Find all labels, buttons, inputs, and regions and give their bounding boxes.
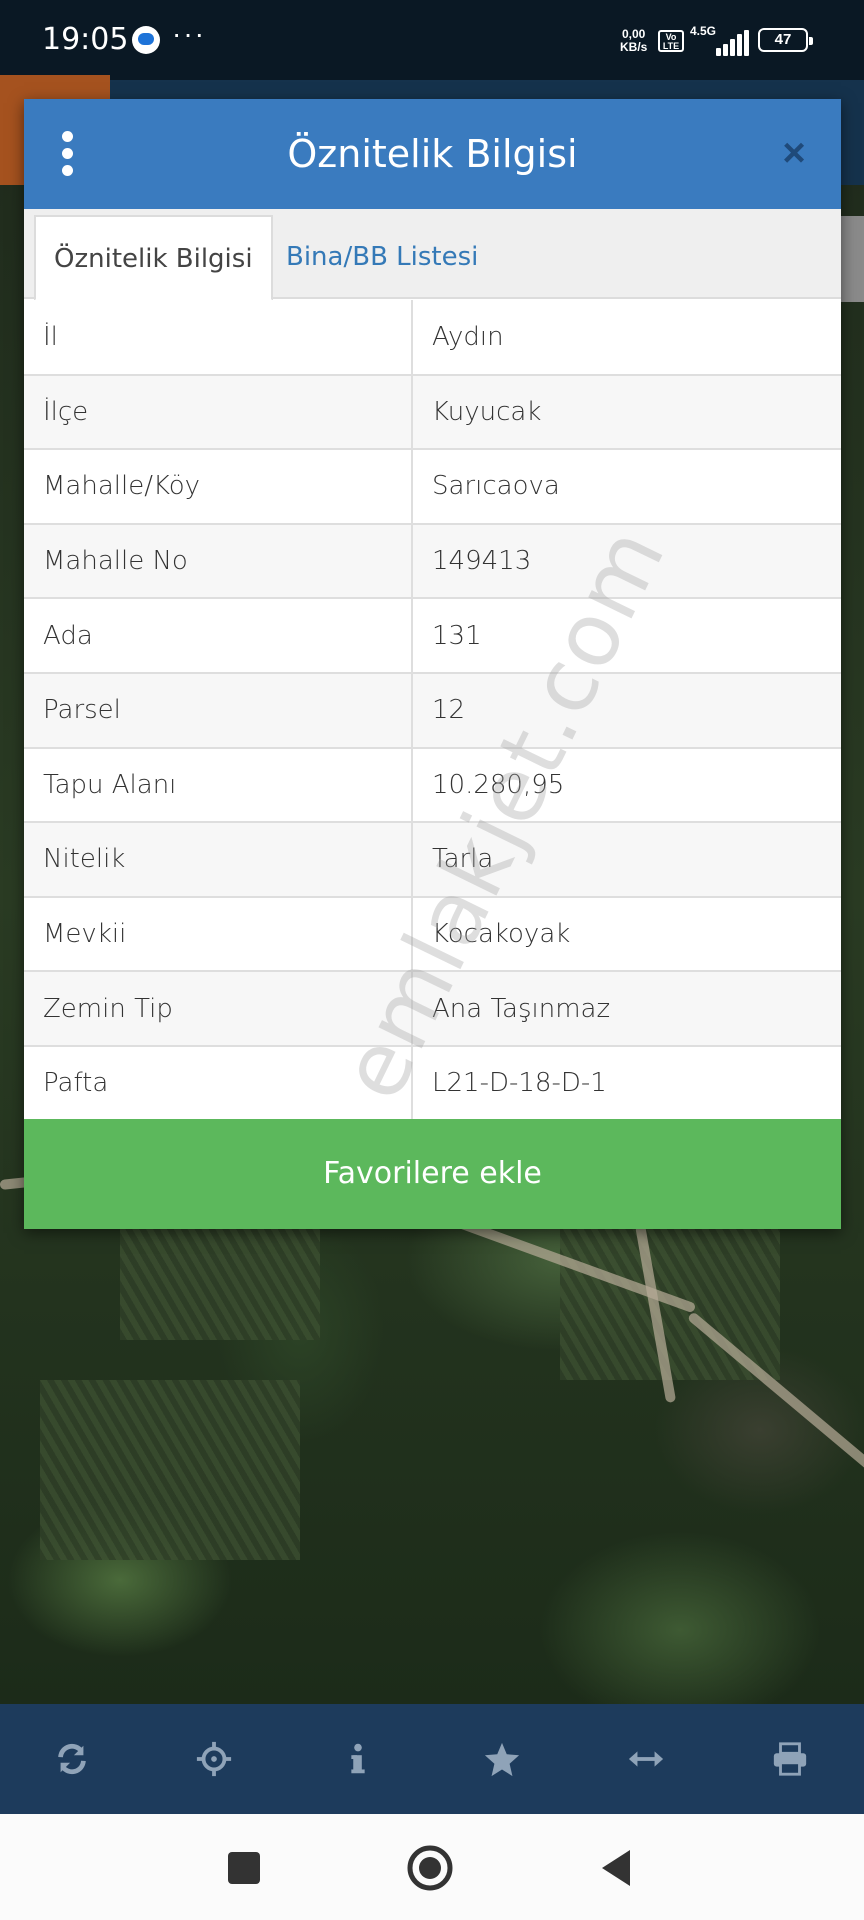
measure-icon[interactable]	[574, 1704, 718, 1814]
table-row: Mahalle No 149413	[24, 523, 841, 599]
attribute-value: Aydın	[432, 321, 504, 352]
attribute-value: Kuyucak	[432, 396, 542, 427]
table-row: Tapu Alanı 10.280,95	[24, 747, 841, 823]
close-icon[interactable]: ×	[776, 133, 812, 173]
dialog-header: Öznitelik Bilgisi ×	[24, 99, 841, 209]
tab-attribute-info[interactable]: Öznitelik Bilgisi	[34, 215, 273, 301]
home-icon[interactable]	[406, 1844, 454, 1892]
attribute-key: Ada	[24, 598, 413, 673]
recent-apps-icon[interactable]	[220, 1844, 268, 1892]
table-row: Mahalle/Köy Sarıcaova	[24, 449, 841, 524]
attribute-key: Mahalle No	[24, 523, 413, 599]
signal-icon: 4.5G	[690, 24, 749, 56]
attribute-key: Mevkii	[24, 896, 413, 972]
status-bar: 19:05 ··· 0,00 KB/s Vo LTE 4.5G 47	[0, 0, 864, 80]
attribute-value: Sarıcaova	[432, 471, 560, 502]
battery-icon: 47	[758, 28, 813, 52]
back-icon[interactable]	[594, 1844, 642, 1892]
network-speed: 0,00 KB/s	[620, 28, 647, 54]
dialog-title: Öznitelik Bilgisi	[287, 132, 578, 176]
network-speed-unit: KB/s	[620, 40, 648, 54]
attribute-key: Tapu Alanı	[24, 747, 413, 823]
tab-building-list[interactable]: Bina/BB Listesi	[268, 215, 496, 299]
status-time: 19:05	[42, 22, 129, 57]
attribute-key: Nitelik	[24, 822, 413, 897]
system-nav-bar	[0, 1814, 864, 1920]
volte-icon: Vo LTE	[658, 30, 684, 52]
attribute-key: İlçe	[24, 374, 413, 450]
attribute-value: L21-D-18-D-1	[432, 1068, 607, 1099]
table-row: Ada 131	[24, 598, 841, 673]
info-icon[interactable]	[286, 1704, 430, 1814]
star-icon[interactable]	[430, 1704, 574, 1814]
attribute-value: 12	[432, 695, 466, 726]
table-row: Parsel 12	[24, 672, 841, 748]
more-notifications-icon: ···	[172, 18, 206, 49]
add-to-favorites-button[interactable]: Favorilere ekle	[24, 1119, 841, 1229]
messenger-notification-icon	[132, 26, 160, 54]
table-row: İl Aydın	[24, 300, 841, 375]
attribute-key: İl	[24, 300, 413, 375]
table-row: İlçe Kuyucak	[24, 374, 841, 450]
refresh-icon[interactable]	[0, 1704, 144, 1814]
bottom-toolbar	[0, 1704, 864, 1814]
network-type: 4.5G	[690, 24, 717, 38]
attribute-key: Parsel	[24, 672, 413, 748]
map-side-handle[interactable]	[840, 216, 864, 302]
attribute-key: Mahalle/Köy	[24, 449, 413, 524]
print-icon[interactable]	[718, 1704, 862, 1814]
crosshair-icon[interactable]	[142, 1704, 286, 1814]
